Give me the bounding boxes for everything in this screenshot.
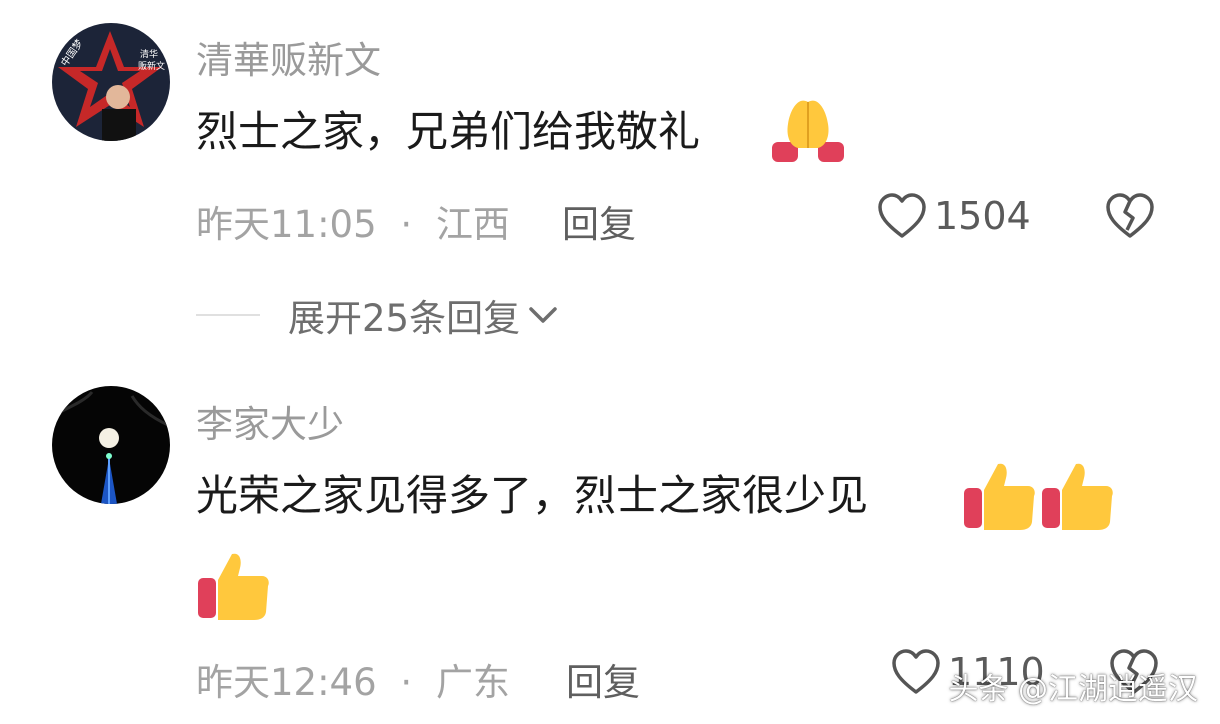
svg-text:清华: 清华: [140, 48, 158, 60]
thumbs-up-emoji: [196, 550, 272, 626]
watermark: 头条 @江湖逍遥汉: [948, 672, 1198, 707]
comment-text: 光荣之家见得多了，烈士之家很少见: [196, 471, 869, 520]
comment-text: 烈士之家，兄弟们给我敬礼: [196, 107, 701, 156]
reply-button[interactable]: 回复: [566, 652, 640, 706]
avatar-user-2[interactable]: [52, 386, 170, 504]
meta-separator: ·: [400, 203, 413, 246]
heart-icon: [878, 193, 926, 238]
avatar-user-1[interactable]: 中国梦 清华 贩新文: [52, 23, 170, 141]
comment-meta: 昨天11:05 · 江西: [196, 194, 510, 248]
broken-heart-icon: [1106, 193, 1154, 238]
comment-time: 昨天11:05: [196, 203, 377, 246]
heart-icon: [892, 649, 940, 694]
chevron-down-icon: [529, 307, 557, 323]
comment-meta: 昨天12:46 · 广东: [196, 652, 510, 706]
comment-location: 江西: [435, 203, 510, 246]
username[interactable]: 清華贩新文: [196, 30, 381, 84]
divider: [196, 314, 260, 316]
comment-time: 昨天12:46: [196, 661, 377, 704]
like-button[interactable]: 1504: [876, 192, 1031, 240]
like-count: 1504: [934, 194, 1031, 238]
thumbs-up-emoji: [1040, 460, 1116, 536]
svg-text:贩新文: 贩新文: [138, 60, 165, 72]
reply-button[interactable]: 回复: [562, 194, 636, 248]
thumbs-up-emoji: [962, 460, 1038, 536]
expand-replies-label: 展开25条回复: [288, 297, 521, 340]
meta-separator: ·: [400, 661, 413, 704]
username[interactable]: 李家大少: [196, 394, 344, 448]
dislike-button[interactable]: [1104, 192, 1156, 244]
folded-hands-emoji: [768, 94, 848, 170]
comment-location: 广东: [435, 661, 510, 704]
expand-replies[interactable]: 展开25条回复: [196, 288, 560, 342]
